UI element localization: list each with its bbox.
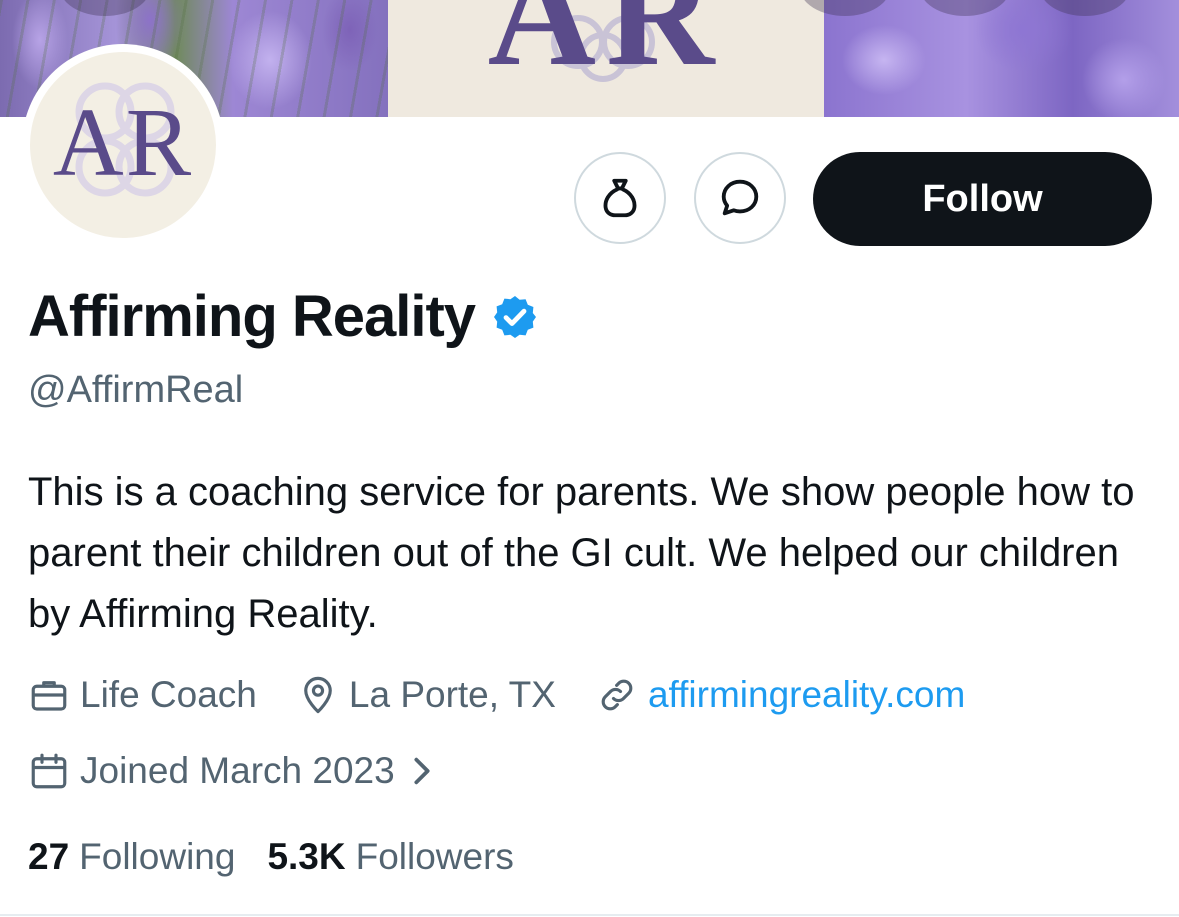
following-label: Following: [79, 836, 236, 877]
display-name: Affirming Reality: [28, 284, 476, 349]
profile-page: AR AR Follow Affirming Reality @AffirmRe…: [0, 0, 1179, 917]
tip-button[interactable]: [574, 152, 666, 244]
location-item: La Porte, TX: [297, 670, 556, 720]
banner-lavender-right: [824, 0, 1179, 117]
name-row: Affirming Reality: [28, 282, 539, 352]
section-divider: [0, 914, 1179, 916]
followers-label: Followers: [355, 836, 514, 877]
verified-badge-icon[interactable]: [491, 293, 539, 341]
followers-count: 5.3K: [267, 836, 346, 877]
joined-date: Joined March 2023: [80, 750, 395, 791]
avatar-image: AR: [30, 52, 216, 238]
message-button[interactable]: [694, 152, 786, 244]
user-handle: @AffirmReal: [28, 369, 244, 411]
follow-button[interactable]: Follow: [813, 152, 1152, 246]
followers-stat[interactable]: 5.3K Followers: [267, 832, 513, 882]
category-label: Life Coach: [80, 674, 257, 715]
location-pin-icon: [304, 676, 332, 714]
website-item[interactable]: affirmingreality.com: [596, 670, 965, 720]
banner-logo-panel: AR: [388, 0, 824, 117]
chevron-right-icon: [414, 757, 430, 785]
following-stat[interactable]: 27 Following: [28, 832, 235, 882]
website-link[interactable]: affirmingreality.com: [648, 670, 965, 720]
message-icon: [721, 179, 759, 216]
avatar[interactable]: AR: [22, 44, 224, 246]
location-label: La Porte, TX: [348, 674, 556, 715]
following-count: 27: [28, 836, 70, 877]
category-item: Life Coach: [28, 670, 257, 720]
profile-bio: This is a coaching service for parents. …: [28, 470, 1135, 636]
follow-stats: 27 Following 5.3K Followers: [28, 832, 546, 882]
link-icon: [601, 679, 633, 711]
joined-row[interactable]: Joined March 2023: [28, 746, 435, 796]
avatar-initials: AR: [52, 89, 194, 197]
briefcase-icon: [31, 681, 67, 711]
calendar-icon: [31, 753, 67, 789]
money-bag-icon: [603, 178, 637, 218]
banner-logo-text: AR: [487, 0, 725, 97]
profile-meta-row: Life Coach La Porte, TX affirmingreality…: [28, 670, 1005, 720]
